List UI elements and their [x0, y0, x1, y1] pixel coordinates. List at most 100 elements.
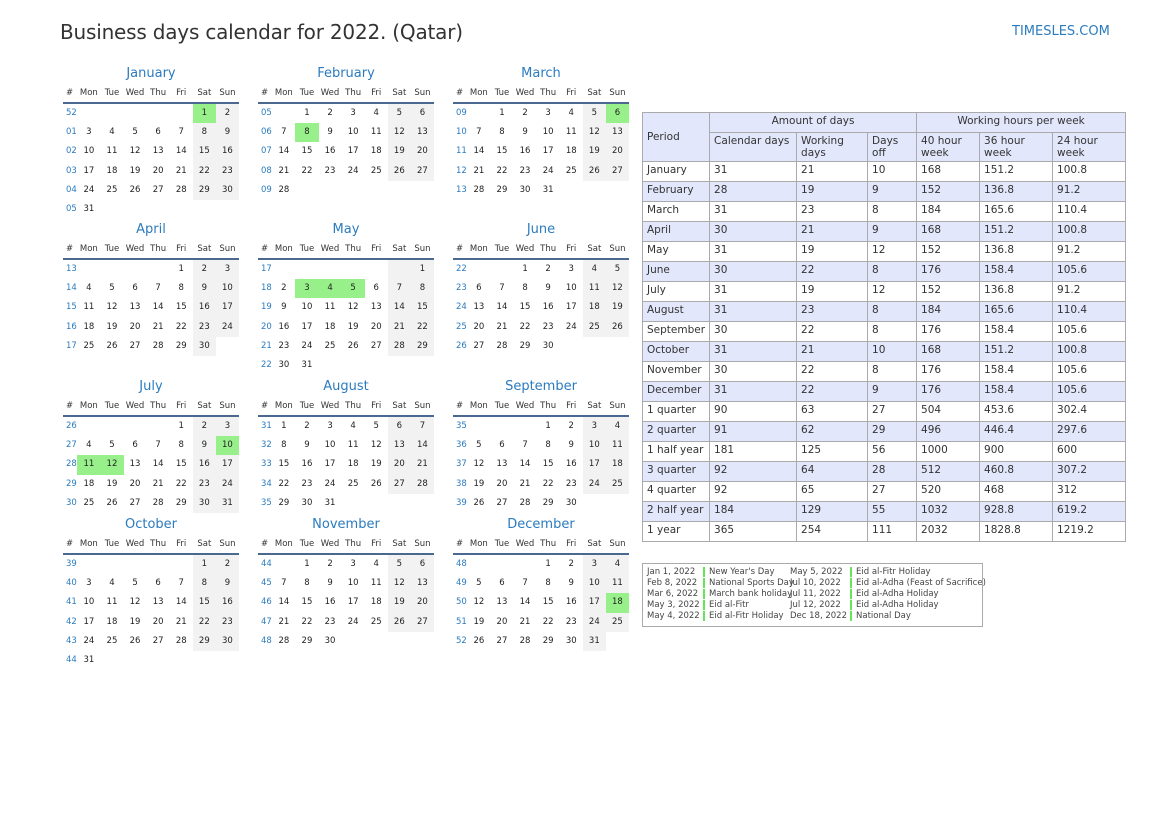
- day-cell[interactable]: 11: [365, 123, 388, 142]
- day-cell[interactable]: 28: [147, 494, 170, 513]
- day-cell[interactable]: 17: [77, 162, 100, 181]
- day-cell[interactable]: 8: [272, 436, 295, 455]
- day-cell[interactable]: 26: [124, 181, 147, 200]
- day-cell[interactable]: 17: [215, 298, 239, 318]
- day-cell[interactable]: 10: [295, 298, 318, 317]
- day-cell[interactable]: 14: [514, 455, 537, 474]
- day-cell[interactable]: 29: [192, 631, 216, 651]
- day-cell[interactable]: 28: [514, 494, 537, 513]
- day-cell[interactable]: 1: [537, 417, 560, 436]
- day-cell[interactable]: 11: [342, 436, 365, 455]
- day-cell[interactable]: 2: [295, 417, 318, 436]
- day-cell[interactable]: 8: [537, 574, 560, 593]
- day-cell[interactable]: 1: [490, 104, 513, 123]
- day-cell[interactable]: 3: [342, 104, 365, 123]
- day-cell[interactable]: 2: [192, 417, 216, 437]
- day-cell[interactable]: 27: [410, 161, 434, 181]
- day-cell[interactable]: 16: [560, 455, 583, 474]
- day-cell[interactable]: 5: [387, 555, 411, 575]
- day-cell[interactable]: 25: [100, 632, 123, 651]
- day-cell[interactable]: 24: [582, 474, 606, 494]
- day-cell[interactable]: 28: [387, 336, 411, 356]
- day-cell[interactable]: 24: [319, 475, 342, 494]
- day-cell[interactable]: 23: [560, 475, 583, 494]
- day-cell[interactable]: 20: [490, 475, 513, 494]
- day-cell[interactable]: 17: [537, 142, 560, 161]
- day-cell[interactable]: 20: [147, 613, 170, 632]
- day-cell[interactable]: 11: [560, 123, 583, 142]
- day-cell[interactable]: 4: [77, 436, 100, 455]
- day-cell[interactable]: 4: [342, 417, 365, 436]
- day-cell[interactable]: 5: [124, 574, 147, 593]
- day-cell[interactable]: 23: [215, 612, 239, 632]
- day-cell[interactable]: 30: [215, 631, 239, 651]
- day-cell[interactable]: 12: [365, 436, 388, 455]
- day-cell[interactable]: 28: [170, 181, 193, 200]
- day-cell[interactable]: 20: [410, 593, 434, 613]
- day-cell[interactable]: 19: [605, 298, 629, 318]
- day-cell[interactable]: 30: [537, 337, 560, 356]
- day-cell[interactable]: 24: [215, 474, 239, 494]
- day-cell[interactable]: 27: [410, 612, 434, 632]
- day-cell[interactable]: 24: [295, 337, 318, 356]
- day-cell[interactable]: 5: [124, 123, 147, 142]
- day-cell[interactable]: 15: [170, 298, 193, 317]
- day-cell[interactable]: 31: [77, 200, 100, 219]
- day-cell[interactable]: 28: [410, 474, 434, 494]
- day-cell[interactable]: 16: [319, 142, 342, 161]
- day-cell[interactable]: 15: [410, 298, 434, 318]
- day-cell[interactable]: 1: [295, 555, 318, 574]
- day-cell[interactable]: 27: [467, 337, 490, 356]
- day-cell[interactable]: 2: [560, 417, 583, 436]
- day-cell[interactable]: 13: [605, 123, 629, 143]
- day-cell[interactable]: 1: [537, 555, 560, 574]
- day-cell[interactable]: 19: [124, 613, 147, 632]
- day-cell[interactable]: 13: [147, 593, 170, 612]
- day-cell[interactable]: 2: [319, 104, 342, 123]
- day-cell[interactable]: 23: [192, 317, 216, 337]
- day-cell[interactable]: 11: [365, 574, 388, 593]
- day-cell[interactable]: 19: [582, 142, 606, 162]
- day-cell[interactable]: 28: [490, 337, 513, 356]
- day-cell[interactable]: 26: [124, 632, 147, 651]
- day-cell[interactable]: 12: [467, 593, 490, 612]
- day-cell[interactable]: 2: [192, 260, 216, 280]
- day-cell[interactable]: 24: [77, 632, 100, 651]
- day-cell[interactable]: 25: [365, 613, 388, 632]
- day-cell[interactable]: 19: [365, 455, 388, 474]
- day-cell[interactable]: 12: [124, 593, 147, 612]
- day-cell[interactable]: 27: [147, 181, 170, 200]
- day-cell[interactable]: 24: [215, 317, 239, 337]
- day-cell[interactable]: 20: [467, 318, 490, 337]
- day-cell[interactable]: 20: [410, 142, 434, 162]
- day-cell[interactable]: 16: [560, 593, 583, 612]
- day-cell[interactable]: 9: [319, 123, 342, 142]
- day-cell[interactable]: 25: [77, 337, 100, 356]
- day-cell[interactable]: 17: [77, 613, 100, 632]
- day-cell[interactable]: 27: [490, 494, 513, 513]
- day-cell[interactable]: 10: [319, 436, 342, 455]
- day-cell[interactable]: 22: [490, 162, 513, 181]
- day-cell[interactable]: 22: [192, 612, 216, 632]
- day-cell[interactable]: 26: [342, 337, 365, 356]
- day-cell[interactable]: 7: [514, 436, 537, 455]
- day-cell[interactable]: 21: [387, 317, 411, 337]
- day-cell[interactable]: 2: [537, 260, 560, 279]
- day-cell[interactable]: 31: [77, 651, 100, 670]
- day-cell[interactable]: 4: [365, 104, 388, 123]
- day-cell[interactable]: 10: [582, 436, 606, 456]
- day-cell[interactable]: 2: [215, 104, 239, 124]
- day-cell[interactable]: 30: [295, 494, 318, 513]
- day-cell[interactable]: 14: [147, 455, 170, 474]
- day-cell[interactable]: 16: [215, 593, 239, 613]
- day-cell[interactable]: 11: [605, 436, 629, 456]
- day-cell[interactable]: 24: [582, 612, 606, 632]
- day-cell[interactable]: 6: [410, 555, 434, 575]
- day-cell[interactable]: 6: [124, 279, 147, 298]
- day-cell[interactable]: 13: [490, 593, 513, 612]
- day-cell[interactable]: 16: [192, 298, 216, 318]
- day-cell[interactable]: 7: [387, 279, 411, 299]
- day-cell[interactable]: 19: [342, 318, 365, 337]
- day-cell[interactable]: 22: [272, 475, 295, 494]
- day-cell[interactable]: 11: [100, 593, 123, 612]
